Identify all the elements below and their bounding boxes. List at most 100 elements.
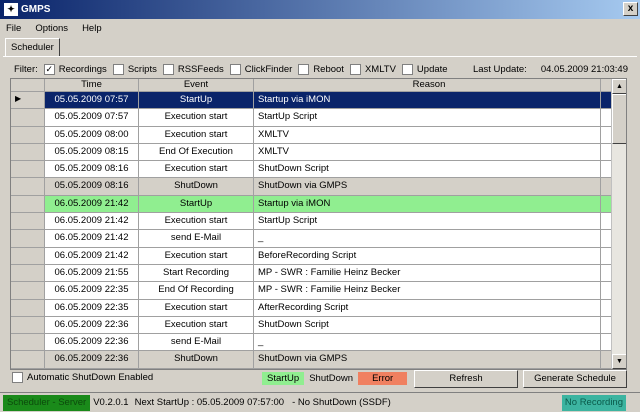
- cell-event: send E-Mail: [139, 334, 254, 351]
- checkbox-icon[interactable]: [112, 63, 124, 75]
- row-header[interactable]: [11, 161, 45, 178]
- cell-reason: MP - SWR : Familie Heinz Becker: [254, 264, 601, 282]
- row-header[interactable]: [11, 282, 45, 299]
- checkbox-icon[interactable]: [162, 63, 174, 75]
- close-button[interactable]: x: [623, 2, 638, 16]
- checkbox-icon[interactable]: [12, 372, 23, 383]
- table-row[interactable]: 06.05.2009 21:55 Start Recording MP - SWR …: [11, 264, 626, 283]
- legend-startup: StartUp: [262, 372, 305, 385]
- menu-options[interactable]: Options: [35, 23, 68, 34]
- row-header[interactable]: ▶: [11, 92, 45, 109]
- checkbox-icon[interactable]: [349, 63, 361, 75]
- row-header[interactable]: [11, 230, 45, 247]
- legend-shutdown: ShutDown: [309, 373, 354, 384]
- column-event[interactable]: Event: [139, 79, 254, 91]
- row-header[interactable]: [11, 143, 45, 161]
- checkbox-icon[interactable]: [298, 63, 310, 75]
- row-header-corner: [11, 79, 45, 91]
- filter-option-label: Reboot: [313, 63, 344, 75]
- cell-time: 05.05.2009 08:16: [45, 161, 139, 178]
- last-update-value: 04.05.2009 21:03:49: [540, 64, 628, 75]
- table-row[interactable]: ▶ 05.05.2009 07:57 StartUp Startup via iMON: [11, 92, 626, 110]
- cell-time: 06.05.2009 22:36: [45, 351, 139, 368]
- cell-event: Execution start: [139, 126, 254, 143]
- row-header[interactable]: [11, 264, 45, 282]
- column-reason[interactable]: Reason: [254, 79, 601, 91]
- filter-label: Filter:: [14, 63, 38, 75]
- auto-shutdown-checkbox[interactable]: Automatic ShutDown Enabled: [12, 372, 153, 383]
- generate-schedule-button[interactable]: Generate Schedule: [523, 370, 627, 388]
- filter-rssfeeds[interactable]: RSSFeeds: [157, 63, 224, 75]
- table-row[interactable]: 05.05.2009 08:16 ShutDown ShutDown via GMP…: [11, 178, 626, 196]
- row-header[interactable]: [11, 213, 45, 230]
- filter-scripts[interactable]: Scripts: [107, 63, 157, 75]
- checkbox-icon[interactable]: ✓: [43, 63, 55, 75]
- grid-header: Time Event Reason: [11, 79, 626, 92]
- status-shutdown: - No ShutDown (SSDF): [292, 397, 391, 408]
- cell-event: Execution start: [139, 109, 254, 126]
- vertical-scrollbar[interactable]: ▲ ▼: [611, 79, 626, 369]
- row-header[interactable]: [11, 247, 45, 264]
- cell-event: Execution start: [139, 299, 254, 316]
- legend: StartUp ShutDown Error: [262, 372, 408, 385]
- filter-option-label: Update: [416, 63, 448, 75]
- cell-time: 06.05.2009 21:55: [45, 264, 139, 282]
- row-header[interactable]: [11, 316, 45, 334]
- scroll-thumb[interactable]: [612, 94, 626, 144]
- table-row[interactable]: 06.05.2009 22:35 Execution start AfterReco…: [11, 299, 626, 317]
- filter-xmltv[interactable]: XMLTV: [344, 63, 396, 75]
- cell-event: Start Recording: [139, 264, 254, 282]
- cell-time: 06.05.2009 21:42: [45, 247, 139, 264]
- cell-reason: ShutDown Script: [254, 161, 601, 178]
- filter-option-label: Recordings: [58, 63, 107, 75]
- filter-option-label: RSSFeeds: [177, 63, 224, 75]
- cell-time: 06.05.2009 22:36: [45, 334, 139, 351]
- checkbox-icon[interactable]: [229, 63, 241, 75]
- cell-reason: _: [254, 334, 601, 351]
- table-row[interactable]: 06.05.2009 21:42 send E-Mail _: [11, 230, 626, 248]
- filter-clickfinder[interactable]: ClickFinder: [224, 63, 292, 75]
- row-header[interactable]: [11, 351, 45, 368]
- column-time[interactable]: Time: [45, 79, 139, 91]
- table-row[interactable]: 06.05.2009 21:42 Execution start StartUp S…: [11, 213, 626, 231]
- row-header[interactable]: [11, 126, 45, 143]
- cell-time: 05.05.2009 07:57: [45, 109, 139, 126]
- table-row[interactable]: 06.05.2009 22:36 ShutDown ShutDown via GMP…: [11, 351, 626, 369]
- row-header[interactable]: [11, 334, 45, 351]
- table-row[interactable]: 05.05.2009 08:16 Execution start ShutDown …: [11, 161, 626, 179]
- cell-reason: ShutDown via GMPS: [254, 351, 601, 368]
- tab-scheduler[interactable]: Scheduler: [5, 38, 60, 56]
- filter-update[interactable]: Update: [396, 63, 448, 75]
- schedule-grid[interactable]: Time Event Reason ▶ 05.05.2009 07:57 Start…: [10, 78, 627, 370]
- table-row[interactable]: 06.05.2009 21:42 Execution start BeforeRec…: [11, 247, 626, 265]
- table-row[interactable]: 05.05.2009 08:15 End Of Execution XMLTV: [11, 143, 626, 162]
- menu-help[interactable]: Help: [82, 23, 102, 34]
- refresh-button[interactable]: Refresh: [414, 370, 518, 388]
- cell-event: ShutDown: [139, 351, 254, 368]
- table-row[interactable]: 06.05.2009 22:36 send E-Mail _: [11, 334, 626, 352]
- table-row[interactable]: 06.05.2009 22:36 Execution start ShutDown …: [11, 316, 626, 335]
- row-header[interactable]: [11, 299, 45, 316]
- status-recording: No Recording: [561, 394, 626, 411]
- filter-option-label: XMLTV: [364, 63, 396, 75]
- table-row[interactable]: 05.05.2009 07:57 Execution start StartUp S…: [11, 109, 626, 127]
- checkbox-icon[interactable]: [401, 63, 413, 75]
- row-header[interactable]: [11, 195, 45, 213]
- filter-reboot[interactable]: Reboot: [292, 63, 344, 75]
- row-header[interactable]: [11, 109, 45, 126]
- cell-event: Execution start: [139, 213, 254, 230]
- cell-event: send E-Mail: [139, 230, 254, 247]
- table-row[interactable]: 05.05.2009 08:00 Execution start XMLTV: [11, 126, 626, 144]
- scroll-down-icon[interactable]: ▼: [612, 354, 626, 369]
- scroll-up-icon[interactable]: ▲: [612, 79, 626, 94]
- menu-file[interactable]: File: [6, 23, 21, 34]
- table-row[interactable]: 06.05.2009 21:42 StartUp Startup via iMON: [11, 195, 626, 214]
- filter-recordings[interactable]: ✓ Recordings: [38, 63, 107, 75]
- row-header[interactable]: [11, 178, 45, 195]
- cell-reason: StartUp Script: [254, 213, 601, 230]
- cell-event: Execution start: [139, 316, 254, 334]
- cell-time: 05.05.2009 07:57: [45, 92, 139, 109]
- current-row-icon: ▶: [15, 94, 22, 103]
- table-row[interactable]: 06.05.2009 22:35 End Of Recording MP - SWR…: [11, 282, 626, 300]
- cell-reason: ShutDown Script: [254, 316, 601, 334]
